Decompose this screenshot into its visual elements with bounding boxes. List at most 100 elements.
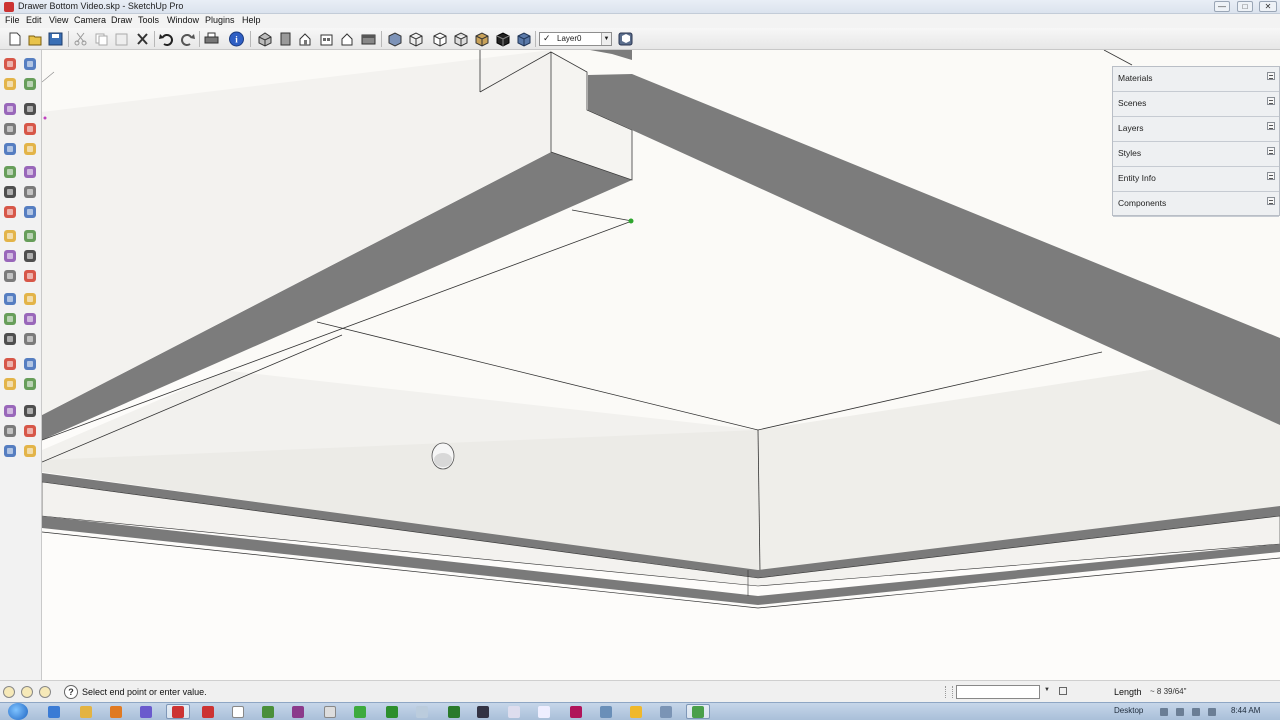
misc-app-icon[interactable] [660,706,672,718]
redo-icon[interactable] [179,31,196,47]
pan-icon[interactable] [21,290,39,308]
menu-plugins[interactable]: Plugins [205,15,235,25]
undo-icon[interactable] [158,31,175,47]
model-drawing[interactable] [42,50,1280,680]
document-icon[interactable] [232,706,244,718]
layer-manager-icon[interactable] [617,31,634,47]
freehand-icon[interactable] [21,140,39,158]
layout-icon[interactable] [202,706,214,718]
app-icon[interactable] [140,706,152,718]
get-components-icon[interactable] [21,422,39,440]
zoom-extents-icon[interactable] [1,330,19,348]
measurements-input[interactable] [956,685,1040,699]
model-info-icon[interactable]: i [228,31,245,47]
arc-icon[interactable] [21,120,39,138]
move-icon[interactable] [1,163,19,181]
clock[interactable]: 8:44 AM [1231,706,1260,715]
menu-tools[interactable]: Tools [138,15,159,25]
cut-icon[interactable] [72,31,89,47]
page-app-icon[interactable] [538,706,550,718]
menu-camera[interactable]: Camera [74,15,106,25]
tray-layers[interactable]: Layers [1113,117,1279,142]
shaded-icon[interactable] [452,31,469,47]
expand-icon[interactable] [1267,172,1275,180]
wireframe-icon[interactable] [407,31,424,47]
color-by-layer-icon[interactable] [515,31,532,47]
shaded-textures-icon[interactable] [473,31,490,47]
tape-measure-icon[interactable] [1,227,19,245]
text-icon[interactable] [21,247,39,265]
menu-draw[interactable]: Draw [111,15,132,25]
chevron-down-icon[interactable]: ▼ [601,33,611,45]
extension-icon[interactable] [21,442,39,460]
minimize-button[interactable]: — [1214,1,1230,12]
start-button[interactable] [8,703,28,720]
monochrome-icon[interactable] [494,31,511,47]
camtasia-icon[interactable] [448,706,460,718]
previous-view-icon[interactable] [21,330,39,348]
chevron-down-icon[interactable]: ▼ [1044,687,1050,693]
u-app-icon[interactable] [477,706,489,718]
model-viewport[interactable] [42,50,1280,680]
expand-icon[interactable] [1267,72,1275,80]
expand-icon[interactable] [1267,147,1275,155]
position-camera-icon[interactable] [1,355,19,373]
window-app-icon[interactable] [416,706,428,718]
axes-icon[interactable] [1,267,19,285]
explorer-icon[interactable] [80,706,92,718]
credits-icon[interactable] [21,686,33,698]
open-icon[interactable] [27,31,44,47]
frame-app-icon[interactable] [508,706,520,718]
select-icon[interactable] [1,55,19,73]
expand-icon[interactable] [1267,97,1275,105]
push-pull-icon[interactable] [21,163,39,181]
chrome-icon[interactable] [630,706,642,718]
desktop-toolbar-label[interactable]: Desktop [1114,706,1143,715]
copy-icon[interactable] [93,31,110,47]
user-icon[interactable] [39,686,51,698]
share-model-icon[interactable] [1,422,19,440]
zoom-window-icon[interactable] [21,310,39,328]
menu-window[interactable]: Window [167,15,199,25]
green-app-icon[interactable] [354,706,366,718]
3d-text-icon[interactable] [21,267,39,285]
front-view-icon[interactable] [297,31,314,47]
polygon-icon[interactable] [1,140,19,158]
circle-icon[interactable] [1,120,19,138]
left-view-icon[interactable] [360,31,377,47]
new-icon[interactable] [6,31,23,47]
section-plane-icon[interactable] [21,375,39,393]
tray-styles[interactable]: Styles [1113,142,1279,167]
close-button[interactable]: ✕ [1259,1,1277,12]
look-around-icon[interactable] [21,355,39,373]
menu-help[interactable]: Help [242,15,261,25]
right-view-icon[interactable] [318,31,335,47]
erase-icon[interactable] [134,31,151,47]
hidden-line-icon[interactable] [431,31,448,47]
eraser-icon[interactable] [21,75,39,93]
notepad-icon[interactable] [324,706,336,718]
vcb-grip-handle[interactable] [945,686,953,698]
share-component-icon[interactable] [1,442,19,460]
indesign-icon[interactable] [570,706,582,718]
menu-edit[interactable]: Edit [26,15,42,25]
geo-location-icon[interactable] [3,686,15,698]
top-view-icon[interactable] [277,31,294,47]
sandbox-icon[interactable] [1,402,19,420]
menu-view[interactable]: View [49,15,68,25]
rectangle-icon[interactable] [1,100,19,118]
follow-me-icon[interactable] [21,183,39,201]
tray-components[interactable]: Components [1113,192,1279,217]
line-icon[interactable] [21,100,39,118]
tray-arrow-icon[interactable] [1160,708,1168,716]
orbit-icon[interactable] [1,290,19,308]
excel-icon[interactable] [386,706,398,718]
menu-file[interactable]: File [5,15,20,25]
layer-select[interactable]: ✓ Layer0 ▼ [539,32,612,46]
tray-entity-info[interactable]: Entity Info [1113,167,1279,192]
walk-icon[interactable] [1,375,19,393]
paint-bucket-icon[interactable] [1,75,19,93]
expand-icon[interactable] [1267,122,1275,130]
zoom-icon[interactable] [1,310,19,328]
expand-icon[interactable] [1267,197,1275,205]
